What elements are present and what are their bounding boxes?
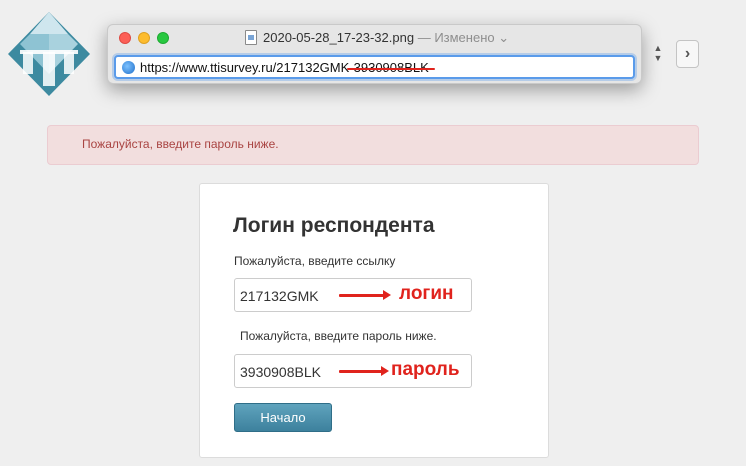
red-arrow-icon — [339, 366, 389, 376]
window-title-filename: 2020-05-28_17-23-32.png — [263, 30, 415, 45]
red-strikethrough-line — [347, 68, 435, 70]
chevron-down-icon: ⌄ — [498, 30, 510, 45]
window-title[interactable]: 2020-05-28_17-23-32.png — Изменено ⌄ — [263, 30, 509, 46]
url-password-part: -3930908BLK — [347, 60, 435, 75]
stepper-up-icon: ▲ — [653, 43, 663, 53]
forward-button[interactable]: › — [676, 40, 699, 68]
globe-icon — [122, 61, 135, 74]
link-label: Пожалуйста, введите ссылку — [234, 254, 396, 268]
url-visible: https://www.ttisurvey.ru/217132GMK — [140, 60, 350, 75]
link-input[interactable]: 217132GMK логин — [234, 278, 472, 312]
zoom-window-button[interactable] — [157, 32, 169, 44]
address-bar[interactable]: https://www.ttisurvey.ru/217132GMK-39309… — [114, 55, 635, 79]
stepper-control[interactable]: ▲ ▼ — [652, 43, 664, 65]
chevron-right-icon: › — [684, 45, 691, 62]
error-alert: Пожалуйста, введите пароль ниже. — [47, 125, 699, 165]
start-button[interactable]: Начало — [234, 403, 332, 432]
alert-message: Пожалуйста, введите пароль ниже. — [82, 137, 279, 151]
preview-window: 2020-05-28_17-23-32.png — Изменено ⌄ htt… — [107, 24, 642, 84]
logo-diamond-icon — [8, 12, 90, 96]
page-title: Логин респондента — [233, 214, 435, 237]
login-annotation: логин — [399, 283, 454, 304]
stepper-down-icon: ▼ — [653, 53, 663, 63]
password-input[interactable]: 3930908BLK пароль — [234, 354, 472, 388]
login-panel: Логин респондента Пожалуйста, введите сс… — [199, 183, 549, 458]
red-arrow-icon — [339, 290, 391, 300]
password-label: Пожалуйста, введите пароль ниже. — [240, 329, 437, 343]
window-titlebar: 2020-05-28_17-23-32.png — Изменено ⌄ — [108, 25, 641, 50]
password-input-value: 3930908BLK — [240, 364, 321, 380]
link-input-value: 217132GMK — [240, 288, 319, 304]
window-edited-status: — Изменено — [417, 30, 495, 45]
password-annotation: пароль — [391, 359, 460, 380]
document-icon — [245, 30, 257, 45]
minimize-window-button[interactable] — [138, 32, 150, 44]
close-window-button[interactable] — [119, 32, 131, 44]
url-text: https://www.ttisurvey.ru/217132GMK-39309… — [140, 60, 435, 75]
